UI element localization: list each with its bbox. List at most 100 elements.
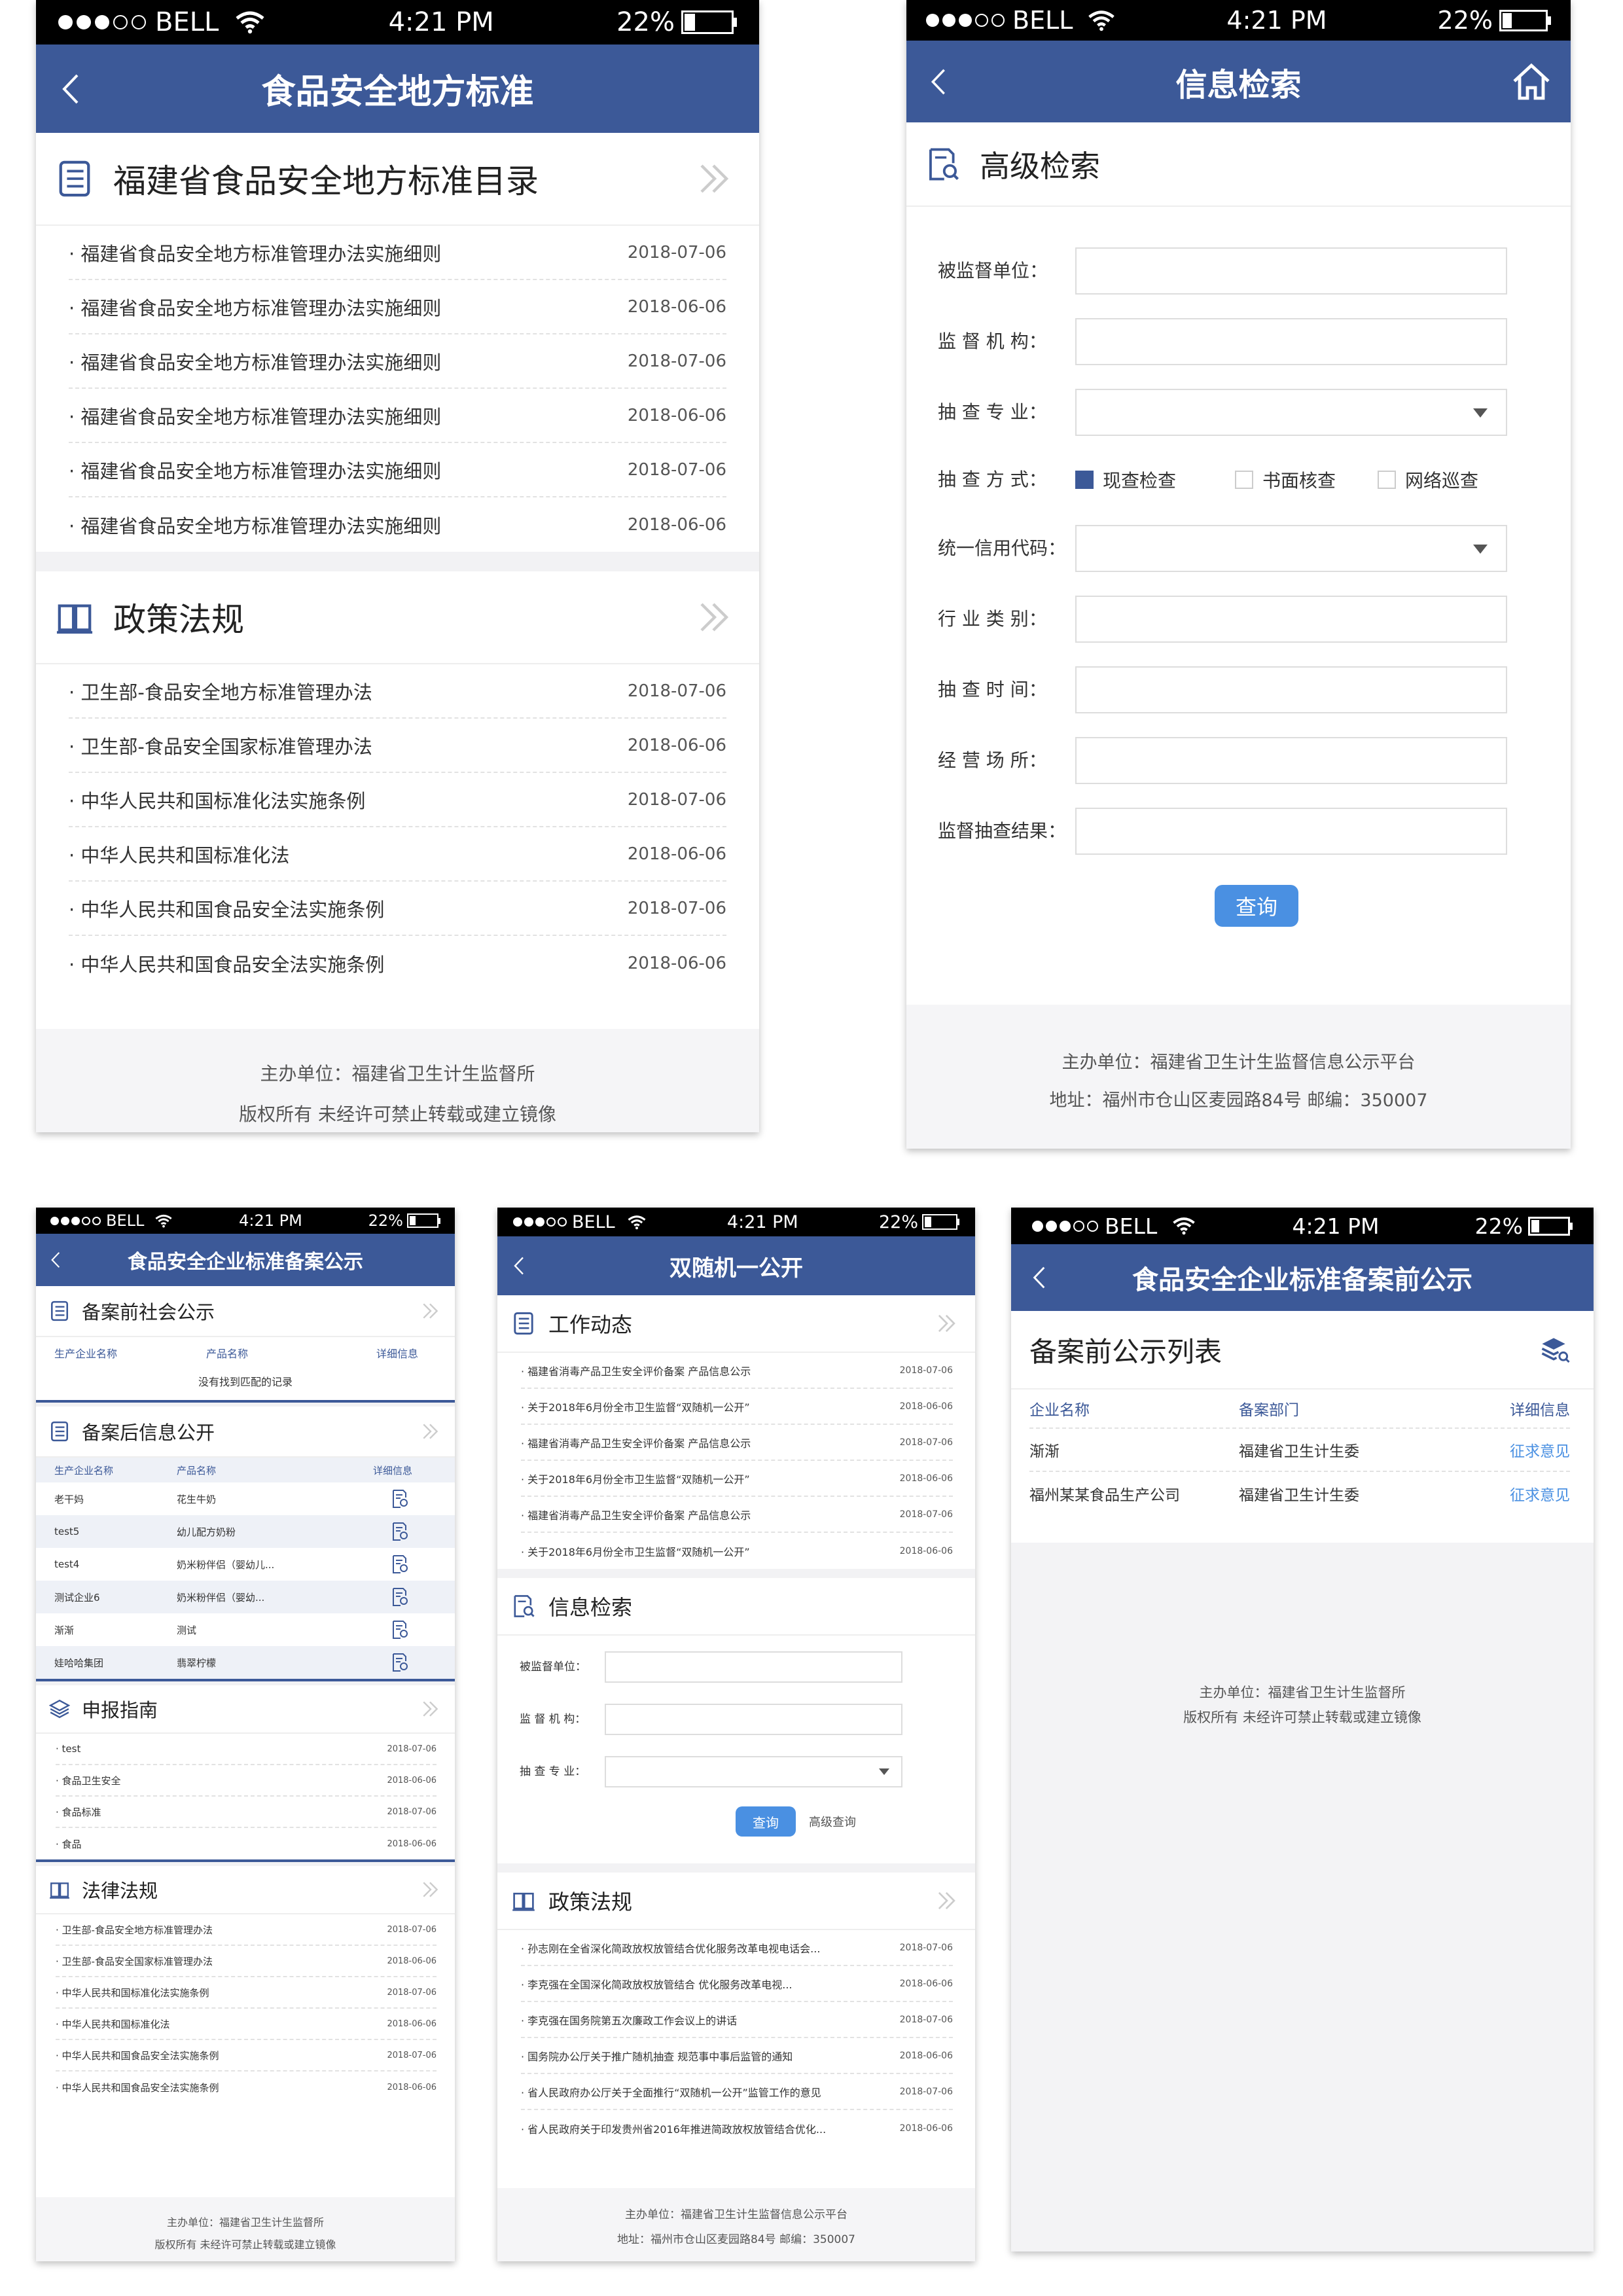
list-item[interactable]: · 卫生部-食品安全国家标准管理办法 2018-06-06 bbox=[69, 719, 726, 773]
list-item[interactable]: · 中华人民共和国食品安全法实施条例 2018-06-06 bbox=[56, 2072, 437, 2103]
list-item[interactable]: · 福建省食品安全地方标准管理办法实施细则 2018-07-06 bbox=[69, 226, 726, 280]
comment-link[interactable]: 征求意见 bbox=[1510, 1482, 1570, 1505]
list-icon bbox=[514, 1312, 533, 1335]
list-item[interactable]: · test 2018-07-06 bbox=[56, 1734, 437, 1765]
list-item[interactable]: · 中华人民共和国食品安全法实施条例 2018-06-06 bbox=[69, 936, 726, 990]
list-item[interactable]: · 孙志刚在全省深化简政放权放管结合优化服务改革电视电话会... 2018-07-… bbox=[521, 1930, 953, 1966]
inspection-result-input[interactable] bbox=[1075, 808, 1507, 855]
advanced-search-link[interactable]: 高级查询 bbox=[809, 1813, 856, 1830]
list-item[interactable]: · 关于2018年6月份全市卫生监督“双随机一公开” 2018-06-06 bbox=[521, 1389, 953, 1425]
phone-double-random: BELL 4:21 PM 22% 双随机一公开 工作动态 · 福建省消毒产品卫生… bbox=[497, 1208, 975, 2261]
double-chevron-icon[interactable] bbox=[696, 599, 733, 636]
back-button[interactable] bbox=[36, 1234, 61, 1286]
cell-company: 渐渐 bbox=[54, 1624, 75, 1636]
checkbox-written[interactable] bbox=[1235, 471, 1254, 489]
back-button[interactable] bbox=[906, 41, 947, 122]
list-item[interactable]: · 中华人民共和国标准化法实施条例 2018-07-06 bbox=[69, 773, 726, 827]
table-row[interactable]: 娃哈哈集团 翡翠柠檬 bbox=[36, 1646, 455, 1681]
detail-doc-icon[interactable] bbox=[391, 1653, 410, 1672]
back-arrow-icon bbox=[51, 1252, 60, 1268]
list-item[interactable]: · 福建省消毒产品卫生安全评价备案 产品信息公示 2018-07-06 bbox=[521, 1353, 953, 1389]
section-header[interactable]: 申报指南 bbox=[36, 1685, 455, 1734]
query-button[interactable]: 查询 bbox=[1215, 885, 1298, 927]
double-chevron-icon[interactable] bbox=[421, 1880, 440, 1899]
detail-doc-icon[interactable] bbox=[391, 1522, 410, 1541]
list-item[interactable]: · 关于2018年6月份全市卫生监督“双随机一公开” 2018-06-06 bbox=[521, 1533, 953, 1569]
list-item[interactable]: · 国务院办公厅关于推广随机抽查 规范事中事后监管的通知 2018-06-06 bbox=[521, 2038, 953, 2074]
supervisory-org-input[interactable] bbox=[1075, 318, 1507, 365]
table-row[interactable]: test4 奶米粉伴侣（婴幼儿... bbox=[36, 1548, 455, 1581]
detail-doc-icon[interactable] bbox=[391, 1554, 410, 1574]
list-item[interactable]: · 中华人民共和国标准化法实施条例 2018-07-06 bbox=[56, 1977, 437, 2009]
section-header[interactable]: 政策法规 bbox=[36, 571, 759, 664]
list-item[interactable]: · 卫生部-食品安全地方标准管理办法 2018-07-06 bbox=[56, 1914, 437, 1946]
table-row[interactable]: 测试企业6 奶米粉伴侣（婴幼... bbox=[36, 1581, 455, 1613]
double-chevron-icon[interactable] bbox=[936, 1312, 958, 1335]
checkbox-online[interactable] bbox=[1378, 471, 1397, 489]
table-row[interactable]: 福州某某食品生产公司 福建省卫生计生委 征求意见 bbox=[1029, 1472, 1570, 1515]
checkbox-onsite[interactable] bbox=[1075, 471, 1094, 489]
inspection-time-input[interactable] bbox=[1075, 666, 1507, 713]
section-header[interactable]: 法律法规 bbox=[36, 1866, 455, 1914]
list-item[interactable]: · 省人民政府关于印发贵州省2016年推进简政放权放管结合优化... 2018-0… bbox=[521, 2110, 953, 2146]
col-header: 详细信息 bbox=[376, 1348, 419, 1360]
list-item[interactable]: · 福建省食品安全地方标准管理办法实施细则 2018-06-06 bbox=[69, 280, 726, 334]
back-button[interactable] bbox=[36, 45, 80, 133]
list-item[interactable]: · 福建省消毒产品卫生安全评价备案 产品信息公示 2018-07-06 bbox=[521, 1425, 953, 1461]
table-row[interactable]: 渐渐 福建省卫生计生委 征求意见 bbox=[1029, 1429, 1570, 1472]
comment-link[interactable]: 征求意见 bbox=[1510, 1439, 1570, 1461]
carrier-label: BELL bbox=[1012, 6, 1073, 35]
back-button[interactable] bbox=[1011, 1244, 1046, 1311]
list-item[interactable]: · 食品 2018-06-06 bbox=[56, 1828, 437, 1859]
list-item[interactable]: · 卫生部-食品安全国家标准管理办法 2018-06-06 bbox=[56, 1946, 437, 1977]
supervised-unit-input[interactable] bbox=[605, 1651, 902, 1683]
list-item[interactable]: · 福建省食品安全地方标准管理办法实施细则 2018-07-06 bbox=[69, 443, 726, 497]
section-header[interactable]: 政策法规 bbox=[497, 1873, 975, 1930]
list-item[interactable]: · 关于2018年6月份全市卫生监督“双随机一公开” 2018-06-06 bbox=[521, 1461, 953, 1497]
double-chevron-icon[interactable] bbox=[421, 1422, 440, 1441]
detail-doc-icon[interactable] bbox=[391, 1587, 410, 1607]
supervisory-org-input[interactable] bbox=[605, 1704, 902, 1735]
layers-search-icon[interactable] bbox=[1541, 1335, 1570, 1364]
back-button[interactable] bbox=[497, 1236, 525, 1295]
section-header[interactable]: 备案后信息公开 bbox=[36, 1407, 455, 1458]
section-header[interactable]: 工作动态 bbox=[497, 1295, 975, 1353]
list-item[interactable]: · 福建省消毒产品卫生安全评价备案 产品信息公示 2018-07-06 bbox=[521, 1497, 953, 1533]
table-row[interactable]: 渐渐 测试 bbox=[36, 1613, 455, 1646]
credit-code-select[interactable] bbox=[1075, 525, 1507, 572]
cell-company: test4 bbox=[54, 1558, 80, 1570]
home-button[interactable] bbox=[1512, 41, 1571, 122]
double-chevron-icon[interactable] bbox=[421, 1699, 440, 1719]
detail-doc-icon[interactable] bbox=[391, 1620, 410, 1640]
list-item[interactable]: · 中华人民共和国食品安全法实施条例 2018-07-06 bbox=[69, 882, 726, 936]
list-item[interactable]: · 福建省食品安全地方标准管理办法实施细则 2018-06-06 bbox=[69, 497, 726, 552]
list-item[interactable]: · 中华人民共和国标准化法 2018-06-06 bbox=[69, 827, 726, 882]
list-item[interactable]: · 省人民政府办公厅关于全面推行“双随机一公开”监管工作的意见 2018-07-0… bbox=[521, 2074, 953, 2110]
section-header[interactable]: 备案前社会公示 bbox=[36, 1286, 455, 1337]
list-item[interactable]: · 中华人民共和国标准化法 2018-06-06 bbox=[56, 2009, 437, 2040]
list-item[interactable]: · 李克强在全国深化简政放权放管结合 优化服务改革电视... 2018-06-06 bbox=[521, 1966, 953, 2002]
list-item[interactable]: · 李克强在国务院第五次廉政工作会议上的讲话 2018-07-06 bbox=[521, 2002, 953, 2038]
item-date: 2018-06-06 bbox=[627, 953, 726, 973]
section-header[interactable]: 福建省食品安全地方标准目录 bbox=[36, 133, 759, 226]
query-button[interactable]: 查询 bbox=[736, 1806, 796, 1837]
industry-input[interactable] bbox=[1075, 596, 1507, 643]
page-title: 双随机一公开 bbox=[669, 1255, 803, 1282]
list-item[interactable]: · 食品卫生安全 2018-06-06 bbox=[56, 1765, 437, 1797]
detail-doc-icon[interactable] bbox=[391, 1489, 410, 1509]
inspection-major-select[interactable] bbox=[605, 1756, 902, 1787]
list-item[interactable]: · 中华人民共和国食品安全法实施条例 2018-07-06 bbox=[56, 2040, 437, 2072]
list-item[interactable]: · 食品标准 2018-07-06 bbox=[56, 1797, 437, 1828]
list-item[interactable]: · 福建省食品安全地方标准管理办法实施细则 2018-06-06 bbox=[69, 389, 726, 443]
double-chevron-icon[interactable] bbox=[696, 160, 733, 197]
supervised-unit-input[interactable] bbox=[1075, 247, 1507, 295]
list-item[interactable]: · 福建省食品安全地方标准管理办法实施细则 2018-07-06 bbox=[69, 334, 726, 389]
double-chevron-icon[interactable] bbox=[936, 1890, 958, 1912]
form-row: 经 营 场 所： bbox=[938, 737, 1571, 808]
double-chevron-icon[interactable] bbox=[421, 1301, 440, 1321]
business-place-input[interactable] bbox=[1075, 737, 1507, 784]
table-row[interactable]: test5 幼儿配方奶粉 bbox=[36, 1515, 455, 1548]
list-item[interactable]: · 卫生部-食品安全地方标准管理办法 2018-07-06 bbox=[69, 664, 726, 719]
table-row[interactable]: 老干妈 花生牛奶 bbox=[36, 1482, 455, 1515]
inspection-major-select[interactable] bbox=[1075, 389, 1507, 436]
